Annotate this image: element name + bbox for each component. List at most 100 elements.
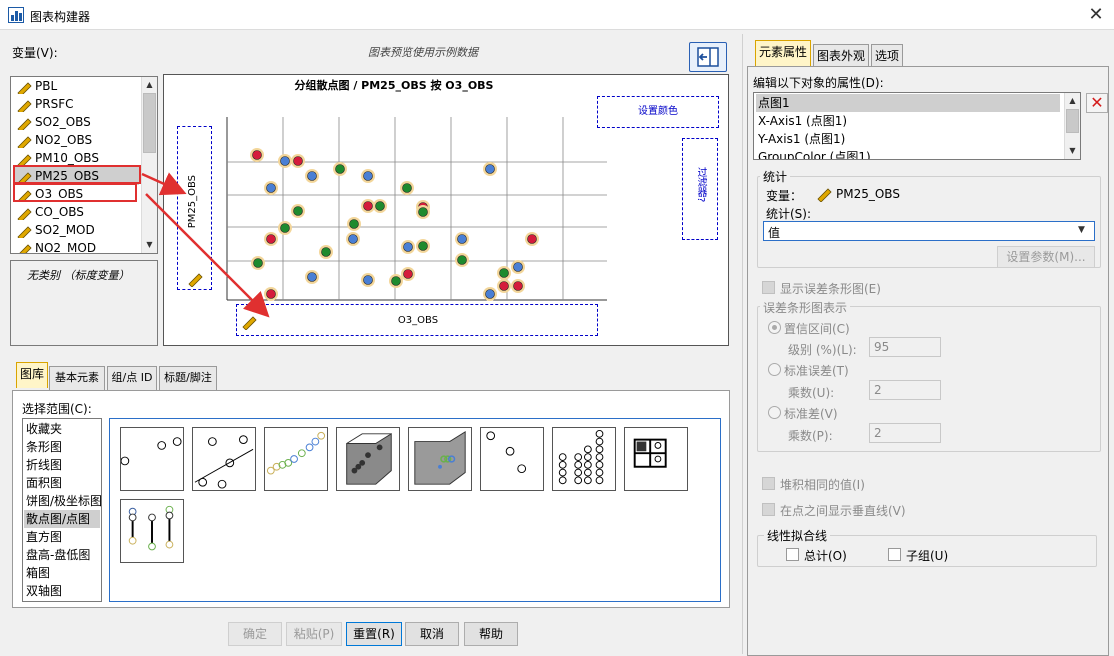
stack-checkbox[interactable]: [762, 477, 775, 490]
gallery-thumb-8[interactable]: [120, 499, 184, 563]
tab-right-0[interactable]: 元素属性: [755, 40, 811, 66]
gallery-category-item[interactable]: 折线图: [24, 456, 100, 474]
drop-lines-checkbox[interactable]: [762, 503, 775, 516]
tab-right-1[interactable]: 图表外观: [813, 44, 869, 68]
variable-item[interactable]: SO2_MOD: [13, 221, 139, 241]
ci-radio[interactable]: [768, 321, 781, 334]
mult-p-label: 乘数(P):: [788, 429, 833, 443]
variable-item[interactable]: PBL: [13, 77, 139, 97]
ruler-icon: [17, 135, 32, 151]
preview-dot: [485, 164, 495, 174]
gallery-thumbnails: [109, 418, 721, 602]
gallery-thumb-1[interactable]: [192, 427, 256, 491]
gallery-thumb-4[interactable]: [408, 427, 472, 491]
error-group-title: 误差条形图表示: [760, 299, 851, 316]
x-axis-drop-zone[interactable]: O3_OBS: [236, 304, 598, 336]
category-info-box: 无类别 （标度变量）: [10, 260, 158, 346]
gallery-thumb-6[interactable]: [552, 427, 616, 491]
preview-dot: [418, 207, 428, 217]
scroll-thumb[interactable]: [143, 93, 156, 153]
preview-dot: [280, 223, 290, 233]
object-list-scrollbar[interactable]: ▲ ▼: [1064, 93, 1080, 159]
object-item[interactable]: Y-Axis1 (点图1): [756, 130, 1060, 148]
variable-item[interactable]: NO2_OBS: [13, 131, 139, 151]
set-color-zone[interactable]: 设置颜色: [597, 96, 719, 128]
gallery-category-item[interactable]: 盘高-盘低图: [24, 546, 100, 564]
subgroup-checkbox[interactable]: [888, 548, 901, 561]
drag-arrows: [141, 172, 270, 318]
object-list[interactable]: 点图1 X-Axis1 (点图1) Y-Axis1 (点图1) GroupColor …: [753, 92, 1081, 160]
title-bar: [0, 0, 1114, 30]
statistic-select[interactable]: 值 ▼: [763, 221, 1095, 241]
delete-icon[interactable]: ✕: [1086, 93, 1108, 113]
gallery-category-list[interactable]: 收藏夹 条形图 折线图 面积图 饼图/极坐标图 散点图/点图 直方图 盘高-盘低图 箱图 双轴图: [22, 418, 102, 602]
preview-dot: [457, 234, 467, 244]
variable-item[interactable]: NO2_MOD: [13, 239, 139, 253]
chart-title: 分组散点图 / PM25_OBS 按 O3_OBS: [294, 79, 494, 92]
scroll-up-icon[interactable]: ▲: [1065, 93, 1080, 108]
object-item[interactable]: GroupColor (点图1): [756, 148, 1060, 159]
total-checkbox[interactable]: [786, 548, 799, 561]
x-axis-label: O3_OBS: [397, 315, 439, 326]
gallery-thumb-2[interactable]: [264, 427, 328, 491]
preview-dot: [402, 183, 412, 193]
tab-bottom-1[interactable]: 基本元素: [49, 366, 105, 390]
reset-button[interactable]: 重置(R): [346, 622, 402, 646]
cancel-button[interactable]: 取消: [405, 622, 459, 646]
object-item[interactable]: 点图1: [756, 94, 1060, 112]
gallery-category-item[interactable]: 饼图/极坐标图: [24, 492, 101, 510]
filter-zone-label: 过滤器?: [695, 167, 706, 203]
scroll-thumb[interactable]: [1066, 109, 1079, 133]
ruler-icon: [17, 225, 32, 241]
variable-label: SO2_MOD: [35, 223, 95, 237]
preview-dot: [403, 269, 413, 279]
sd-radio[interactable]: [768, 406, 781, 419]
close-icon[interactable]: ✕: [1084, 3, 1108, 27]
tab-bottom-3[interactable]: 标题/脚注: [159, 366, 217, 390]
object-item[interactable]: X-Axis1 (点图1): [756, 112, 1060, 130]
gallery-category-item[interactable]: 收藏夹: [24, 420, 100, 438]
preview-dot: [391, 276, 401, 286]
ruler-icon: [17, 207, 32, 223]
mult-p-field[interactable]: 2: [869, 423, 941, 443]
gallery-category-item[interactable]: 条形图: [24, 438, 100, 456]
help-button[interactable]: 帮助: [464, 622, 518, 646]
preview-dot: [513, 262, 523, 272]
tab-right-2[interactable]: 选项: [871, 44, 903, 68]
gallery-category-item[interactable]: 双轴图: [24, 582, 100, 600]
gallery-category-item[interactable]: 直方图: [24, 528, 100, 546]
scroll-down-icon[interactable]: ▼: [1065, 143, 1080, 158]
ruler-icon: [17, 117, 32, 133]
preview-dot: [418, 241, 428, 251]
preview-dot: [321, 247, 331, 257]
gallery-thumb-7[interactable]: [624, 427, 688, 491]
set-params-button[interactable]: 设置参数(M)...: [997, 246, 1095, 268]
mult-u-field[interactable]: 2: [869, 380, 941, 400]
ok-button[interactable]: 确定: [228, 622, 282, 646]
variable-value: PM25_OBS: [836, 187, 900, 201]
highlight-o3: [13, 183, 137, 202]
variable-item[interactable]: PRSFC: [13, 95, 139, 115]
tab-bottom-2[interactable]: 组/点 ID: [107, 366, 157, 390]
preview-dot: [499, 268, 509, 278]
gallery-category-item[interactable]: 面积图: [24, 474, 100, 492]
preview-dot: [280, 156, 290, 166]
level-field[interactable]: 95: [869, 337, 941, 357]
splitter[interactable]: [742, 34, 745, 654]
gallery-thumb-5[interactable]: [480, 427, 544, 491]
gallery-category-item[interactable]: 箱图: [24, 564, 100, 582]
tab-bottom-0[interactable]: 图库: [16, 362, 48, 388]
mult-u-label: 乘数(U):: [788, 386, 835, 400]
scroll-up-icon[interactable]: ▲: [142, 77, 157, 92]
gallery-thumb-0[interactable]: [120, 427, 184, 491]
gallery-thumb-3[interactable]: [336, 427, 400, 491]
variable-item[interactable]: CO_OBS: [13, 203, 139, 223]
paste-button[interactable]: 粘贴(P): [286, 622, 342, 646]
se-radio[interactable]: [768, 363, 781, 376]
gallery-category-item[interactable]: 散点图/点图: [24, 510, 100, 528]
show-error-bars-checkbox[interactable]: [762, 281, 775, 294]
ruler-icon: [17, 243, 32, 253]
collapse-preview-button[interactable]: [689, 42, 727, 72]
variable-item[interactable]: SO2_OBS: [13, 113, 139, 133]
filter-zone[interactable]: 过滤器?: [682, 138, 718, 240]
